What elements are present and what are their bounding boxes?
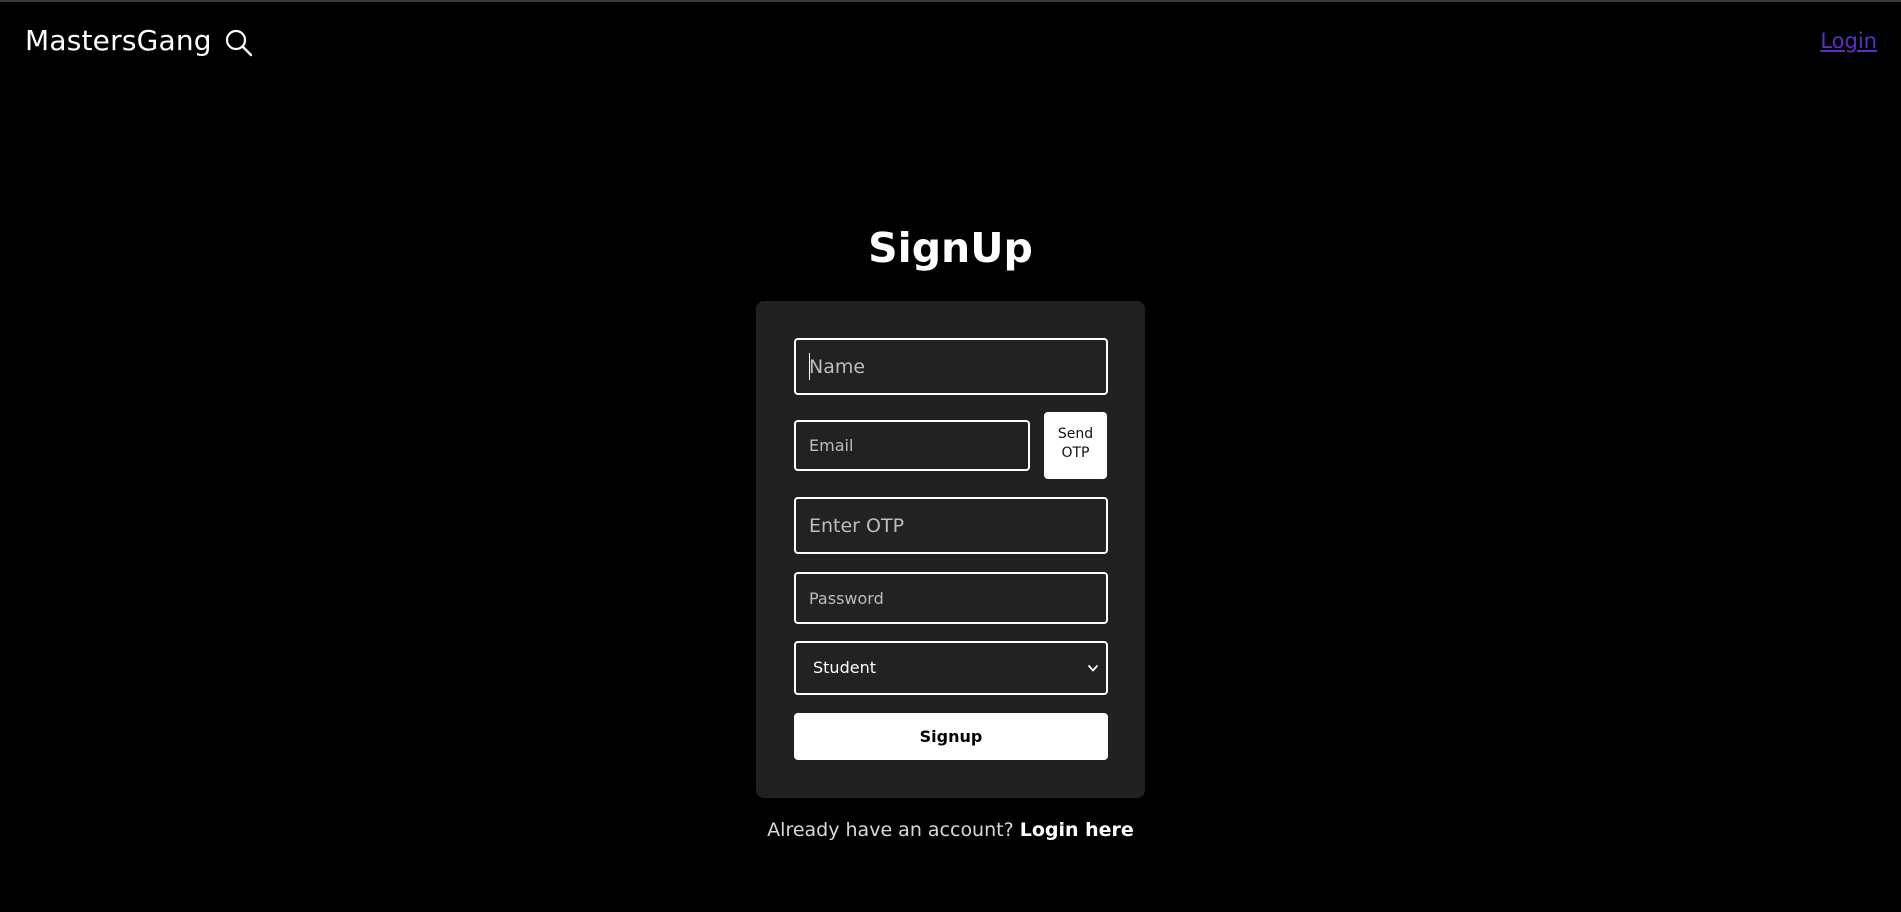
role-select[interactable]: Student bbox=[794, 641, 1108, 695]
send-otp-label-line1: Send bbox=[1057, 426, 1094, 442]
page-title: SignUp bbox=[868, 224, 1033, 272]
otp-input[interactable] bbox=[794, 497, 1108, 554]
search-icon[interactable] bbox=[224, 28, 254, 58]
email-input[interactable] bbox=[794, 420, 1030, 471]
login-prompt: Already have an account? Login here bbox=[0, 819, 1901, 841]
login-prompt-text: Already have an account? bbox=[767, 819, 1020, 841]
role-select-value: Student bbox=[813, 658, 876, 677]
text-caret bbox=[809, 353, 810, 380]
signup-button[interactable]: Signup bbox=[794, 713, 1108, 760]
chevron-down-icon bbox=[1086, 660, 1100, 674]
login-here-link[interactable]: Login here bbox=[1020, 819, 1134, 841]
send-otp-label-line2: OTP bbox=[1061, 445, 1090, 461]
send-otp-button[interactable]: Send OTP bbox=[1044, 412, 1107, 479]
password-input[interactable] bbox=[794, 572, 1108, 624]
name-input[interactable] bbox=[794, 338, 1108, 395]
signup-form-card: Send OTP Student Signup bbox=[756, 301, 1145, 798]
navbar: MastersGang Login bbox=[0, 2, 1901, 82]
brand-logo[interactable]: MastersGang bbox=[25, 24, 212, 57]
login-link[interactable]: Login bbox=[1820, 29, 1877, 53]
